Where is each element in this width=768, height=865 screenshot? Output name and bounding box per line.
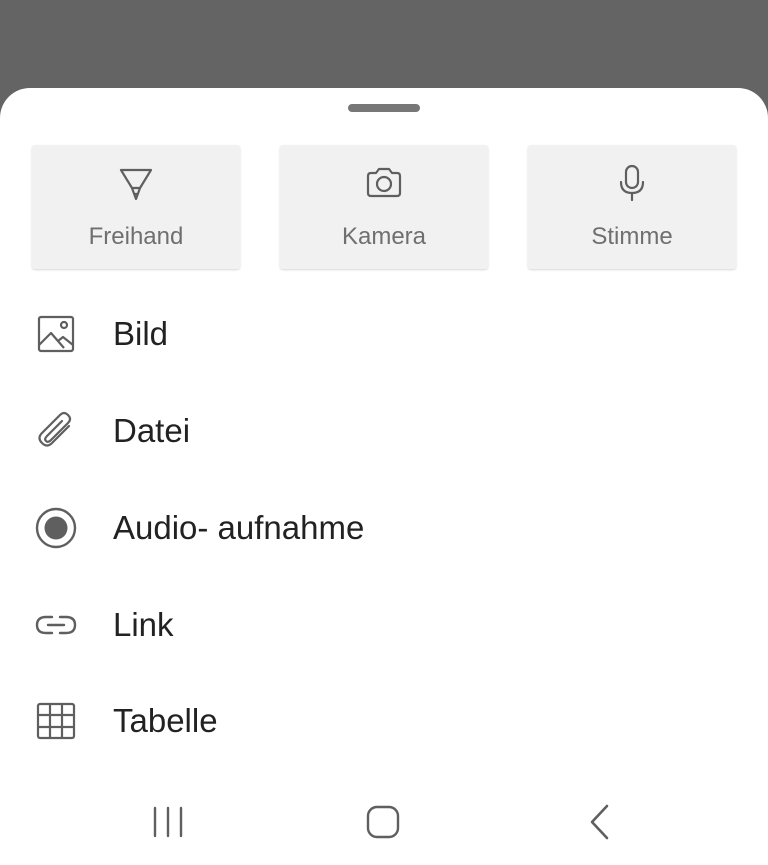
system-navigation-bar [0, 778, 768, 865]
freihand-label: Freihand [88, 223, 184, 250]
kamera-button[interactable]: Kamera [280, 145, 488, 269]
recent-apps-button[interactable] [144, 798, 192, 846]
menu-item-label: Tabelle [113, 702, 218, 739]
pen-icon [116, 163, 156, 203]
paperclip-icon [34, 409, 78, 453]
camera-icon [364, 163, 404, 203]
home-button[interactable] [359, 798, 407, 846]
image-icon [34, 312, 78, 356]
back-button[interactable] [575, 798, 623, 846]
menu-item-datei[interactable]: Datei [0, 383, 768, 479]
record-icon [34, 506, 78, 550]
drag-handle[interactable] [348, 104, 420, 112]
menu-item-tabelle[interactable]: Tabelle [0, 673, 768, 769]
microphone-icon [612, 163, 652, 203]
menu-item-audioaufnahme[interactable]: Audio- aufnahme [0, 480, 768, 576]
stimme-label: Stimme [591, 223, 673, 250]
stimme-button[interactable]: Stimme [528, 145, 736, 269]
attachment-bottom-sheet: Freihand Kamera Stimme Bild Datei Audio-… [0, 88, 768, 865]
kamera-label: Kamera [341, 223, 427, 250]
menu-item-link[interactable]: Link [0, 577, 768, 673]
recent-apps-icon [153, 806, 183, 838]
menu-item-label: Audio- aufnahme [113, 509, 365, 546]
menu-item-label: Bild [113, 315, 169, 352]
freihand-button[interactable]: Freihand [32, 145, 240, 269]
menu-item-bild[interactable]: Bild [0, 286, 768, 382]
home-icon [366, 805, 400, 839]
table-icon [34, 699, 78, 743]
back-icon [590, 804, 609, 840]
menu-item-label: Link [113, 606, 174, 643]
link-icon [34, 603, 78, 647]
menu-item-label: Datei [113, 412, 191, 449]
